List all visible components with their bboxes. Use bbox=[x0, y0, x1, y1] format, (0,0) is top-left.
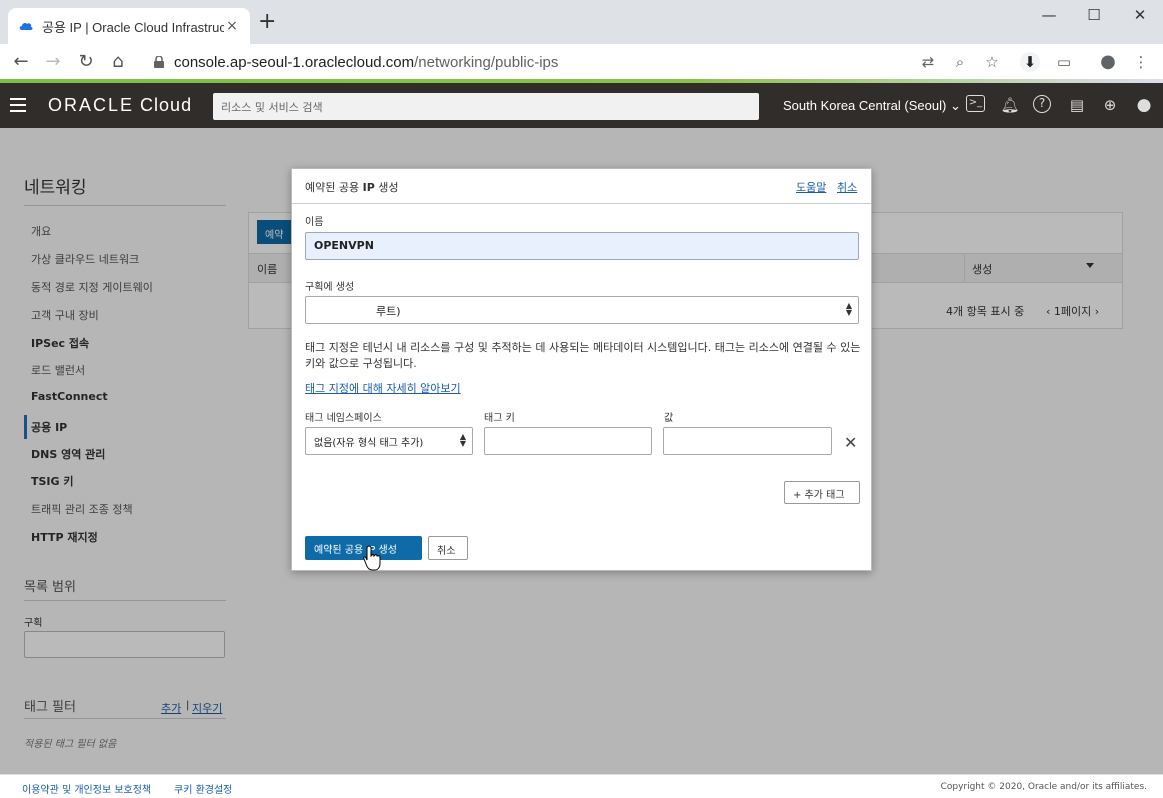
compartment-label: 구획에 생성 bbox=[305, 282, 355, 293]
add-tag-button[interactable]: + 추가 태그 bbox=[784, 481, 860, 504]
select-arrows-icon: ▲ ▼ bbox=[459, 432, 466, 448]
tag-value-label: 값 bbox=[664, 413, 674, 424]
help-link[interactable]: 도움말 bbox=[796, 179, 826, 195]
cancel-button[interactable]: 취소 bbox=[428, 536, 468, 560]
compartment-value: 루트) bbox=[376, 305, 401, 318]
profile-icon[interactable]: ● bbox=[1098, 52, 1118, 72]
oracle-cloud-logo[interactable]: ORACLE Cloud bbox=[48, 95, 192, 116]
url-host: console.ap-seoul-1.oraclecloud.com bbox=[174, 53, 415, 71]
remove-tag-icon[interactable]: ✕ bbox=[844, 433, 857, 452]
tag-learn-more-link[interactable]: 태그 지정에 대해 자세히 알아보기 bbox=[305, 380, 461, 396]
hamburger-menu-icon[interactable] bbox=[10, 98, 26, 112]
browser-menu-icon[interactable]: ⋮ bbox=[1131, 52, 1151, 72]
dialog-header-divider bbox=[292, 203, 871, 204]
browser-toolbar: ← → ↻ ⌂ console.ap-seoul-1.oraclecloud.c… bbox=[0, 44, 1163, 80]
region-label: South Korea Central (Seoul) bbox=[783, 98, 947, 113]
terms-link[interactable]: 이용약관 및 개인정보 보호정책 bbox=[22, 781, 151, 796]
tag-key-label: 태그 키 bbox=[484, 413, 515, 424]
resource-search-input[interactable]: 리소스 및 서비스 검색 bbox=[213, 93, 759, 120]
tag-namespace-value: 없음(자유 형식 태그 추가) bbox=[314, 438, 424, 449]
address-bar[interactable]: console.ap-seoul-1.oraclecloud.com/netwo… bbox=[140, 48, 1010, 76]
notification-bell-icon[interactable]: 🔔︎ bbox=[1000, 95, 1020, 115]
language-globe-icon[interactable]: ⊕ bbox=[1100, 95, 1120, 115]
zoom-icon[interactable]: ⌕ bbox=[950, 52, 970, 72]
create-reserved-ip-dialog: 예약된 공용 IP 생성 도움말 취소 이름 OPENVPN 구획에 생성 루트… bbox=[291, 168, 872, 571]
forward-arrow-icon[interactable]: → bbox=[42, 51, 64, 73]
copyright-text: Copyright © 2020, Oracle and/or its affi… bbox=[940, 782, 1147, 792]
close-window-button[interactable]: ✕ bbox=[1117, 6, 1163, 26]
dialog-title: 예약된 공용 IP 생성 bbox=[305, 179, 399, 195]
tab-close-icon[interactable]: × bbox=[224, 18, 240, 34]
dialog-title-prefix: 예약된 공용 bbox=[305, 181, 360, 194]
oracle-cloud-favicon-icon bbox=[19, 22, 33, 30]
tag-namespace-label: 태그 네임스페이스 bbox=[305, 413, 382, 424]
tag-namespace-select[interactable]: 없음(자유 형식 태그 추가) ▲ ▼ bbox=[305, 427, 473, 455]
user-profile-icon[interactable]: ● bbox=[1134, 95, 1154, 115]
cancel-link[interactable]: 취소 bbox=[837, 179, 857, 195]
page-footer: 이용약관 및 개인정보 보호정책 쿠키 환경설정 Copyright © 202… bbox=[0, 774, 1163, 798]
dialog-title-ip: IP bbox=[362, 181, 375, 194]
tab-title: 공용 IP | Oracle Cloud Infrastruc bbox=[42, 19, 224, 35]
minimize-button[interactable]: — bbox=[1026, 6, 1072, 26]
reload-icon[interactable]: ↻ bbox=[75, 51, 97, 73]
name-label: 이름 bbox=[305, 217, 324, 228]
name-input[interactable]: OPENVPN bbox=[305, 232, 859, 260]
tag-key-input[interactable] bbox=[484, 427, 652, 455]
region-selector[interactable]: South Korea Central (Seoul) ⌄ bbox=[783, 98, 961, 114]
extension-icon[interactable]: ▭ bbox=[1054, 52, 1074, 72]
back-arrow-icon[interactable]: ← bbox=[10, 51, 32, 73]
browser-tab[interactable]: 공용 IP | Oracle Cloud Infrastruc × bbox=[8, 8, 250, 44]
tag-description: 태그 지정은 테넌시 내 리소스를 구성 및 추적하는 데 사용되는 메타데이터… bbox=[305, 341, 861, 370]
lock-icon bbox=[154, 56, 164, 68]
download-extension-icon[interactable]: ⬇ bbox=[1020, 52, 1040, 72]
bookmark-star-icon[interactable]: ☆ bbox=[982, 52, 1002, 72]
chevron-down-icon: ⌄ bbox=[949, 98, 961, 113]
feedback-chat-icon[interactable]: ▤ bbox=[1067, 95, 1087, 115]
hand-cursor-icon bbox=[363, 545, 381, 571]
dialog-title-suffix: 생성 bbox=[378, 181, 399, 194]
new-tab-button[interactable]: + bbox=[258, 11, 276, 33]
tag-value-input[interactable] bbox=[663, 427, 832, 455]
translate-icon[interactable]: ⇄ bbox=[918, 52, 938, 72]
help-icon[interactable]: ? bbox=[1033, 95, 1051, 113]
logo-cloud-text: Cloud bbox=[140, 95, 193, 115]
maximize-button[interactable]: ☐ bbox=[1071, 6, 1117, 26]
home-icon[interactable]: ⌂ bbox=[107, 51, 129, 73]
cookie-preferences-link[interactable]: 쿠키 환경설정 bbox=[174, 781, 232, 796]
compartment-select[interactable]: 루트) ▲ ▼ bbox=[305, 296, 859, 324]
oracle-header: ORACLE Cloud 리소스 및 서비스 검색 South Korea Ce… bbox=[0, 83, 1163, 128]
select-arrows-icon: ▲ ▼ bbox=[845, 301, 852, 317]
url-path: /networking/public-ips bbox=[414, 53, 559, 71]
url-text: console.ap-seoul-1.oraclecloud.com/netwo… bbox=[174, 54, 558, 71]
logo-oracle-text: ORACLE bbox=[48, 95, 135, 115]
cloud-shell-icon[interactable]: >_ bbox=[966, 95, 985, 112]
browser-tab-strip: 공용 IP | Oracle Cloud Infrastruc × + — ☐ … bbox=[0, 0, 1163, 44]
